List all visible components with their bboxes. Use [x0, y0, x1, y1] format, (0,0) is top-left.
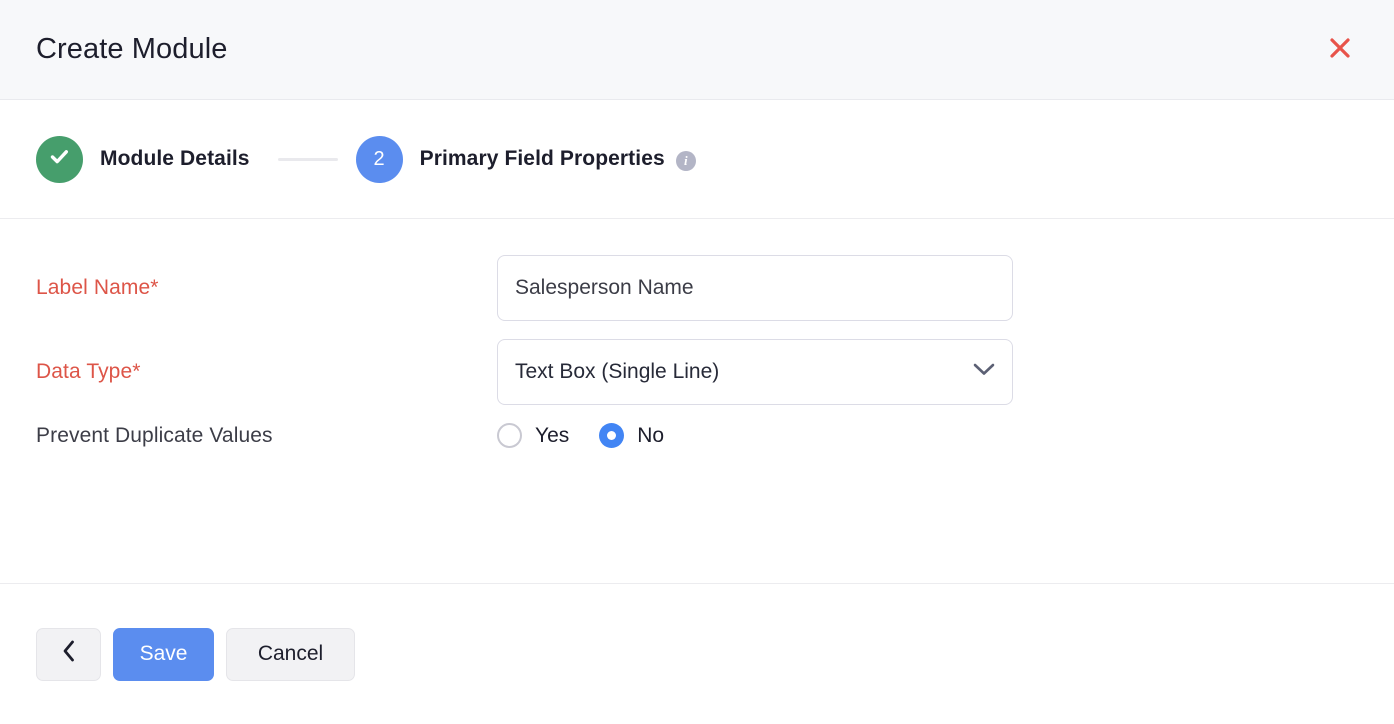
- radio-option-yes-label: Yes: [535, 423, 570, 447]
- save-button[interactable]: Save: [113, 627, 214, 681]
- prevent-duplicate-values-label: Prevent Duplicate Values: [36, 423, 273, 447]
- dialog-body: Label Name* Data Type* Text Box (Single …: [0, 219, 1394, 584]
- stepper-connector: [277, 157, 338, 161]
- data-type-select[interactable]: Text Box (Single Line): [497, 339, 1013, 405]
- data-type-select-wrapper: Text Box (Single Line): [497, 339, 1013, 405]
- prevent-duplicate-radio-group: Yes No: [497, 423, 694, 448]
- dialog-header: Create Module: [0, 0, 1394, 100]
- radio-unchecked-icon: [497, 423, 522, 448]
- step-2-indicator: 2: [355, 135, 403, 183]
- close-icon: [1327, 35, 1353, 64]
- radio-checked-icon: [599, 423, 625, 448]
- info-icon[interactable]: i: [675, 151, 696, 171]
- close-button[interactable]: [1320, 30, 1360, 70]
- label-name-control: [497, 255, 1013, 321]
- page-title: Create Module: [36, 33, 228, 65]
- radio-option-no[interactable]: No: [599, 423, 664, 448]
- step-1-indicator: [36, 135, 83, 183]
- field-row-prevent-duplicate-values: Prevent Duplicate Values Yes No: [36, 423, 1358, 448]
- data-type-selected-value: Text Box (Single Line): [515, 360, 720, 383]
- label-name-label: Label Name*: [36, 276, 159, 299]
- chevron-left-icon: [62, 640, 76, 668]
- step-2-label: Primary Field Properties: [419, 147, 665, 170]
- step-1-label: Module Details: [100, 147, 250, 170]
- sidebar-item-module-details[interactable]: Module Details: [36, 135, 250, 183]
- step-2-number: 2: [373, 148, 385, 170]
- radio-option-yes[interactable]: Yes: [497, 423, 569, 448]
- field-row-label-name: Label Name*: [36, 255, 1358, 321]
- prevent-duplicate-values-control: Yes No: [497, 423, 694, 448]
- wizard-stepper: Module Details 2 Primary Field Propertie…: [0, 100, 1394, 219]
- data-type-control: Text Box (Single Line): [497, 339, 1013, 405]
- back-button[interactable]: [36, 627, 101, 681]
- radio-option-no-label: No: [637, 423, 665, 447]
- sidebar-item-primary-field-properties[interactable]: 2 Primary Field Properties i: [355, 135, 696, 183]
- field-row-data-type: Data Type* Text Box (Single Line): [36, 339, 1358, 405]
- check-icon: [47, 144, 72, 174]
- label-name-input[interactable]: [497, 255, 1013, 321]
- create-module-dialog: Create Module Module Details 2 Primary F…: [0, 0, 1394, 724]
- dialog-footer: Save Cancel: [0, 584, 1394, 724]
- data-type-label: Data Type*: [36, 360, 141, 383]
- cancel-button[interactable]: Cancel: [226, 627, 355, 681]
